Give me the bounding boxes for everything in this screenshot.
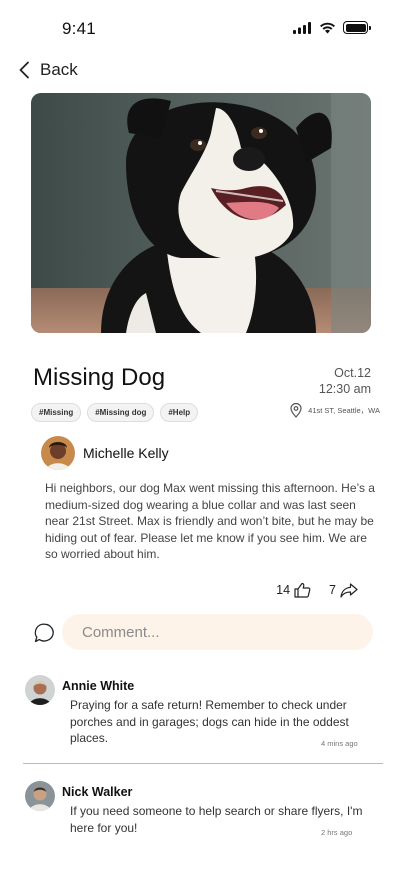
share-arrow-icon (340, 582, 358, 598)
avatar[interactable] (25, 781, 55, 811)
share-count: 7 (329, 583, 336, 597)
avatar[interactable] (41, 436, 75, 470)
post-datetime: Oct.12 12:30 am (319, 365, 371, 397)
wifi-icon (320, 22, 335, 33)
comment-bubble-icon (34, 623, 54, 643)
tag[interactable]: #Help (160, 403, 199, 422)
post-title: Missing Dog (33, 364, 166, 391)
post-location[interactable]: 41st ST, Seattle，WA (290, 403, 380, 418)
reactions: 14 7 (276, 582, 358, 598)
post-date: Oct.12 (334, 366, 371, 380)
post-time: 12:30 am (318, 382, 371, 396)
thumbs-up-icon (294, 582, 311, 598)
post-body: Hi neighbors, our dog Max went missing t… (45, 481, 375, 561)
share-button[interactable]: 7 (329, 582, 358, 598)
location-text: 41st ST, Seattle，WA (308, 406, 380, 415)
commenter-name[interactable]: Nick Walker (62, 785, 132, 799)
tag-list: #Missing #Missing dog #Help (31, 403, 199, 422)
like-count: 14 (276, 583, 291, 597)
author-name[interactable]: Michelle Kelly (83, 445, 169, 461)
comment-input[interactable] (62, 614, 373, 650)
post-author[interactable]: Michelle Kelly (41, 436, 169, 470)
comment-time: 4 mins ago (321, 739, 358, 748)
status-bar: 9:41 (0, 0, 402, 54)
back-button[interactable]: Back (18, 58, 78, 82)
battery-icon (343, 21, 371, 34)
location-pin-icon (290, 403, 302, 418)
status-time: 9:41 (62, 19, 96, 38)
post-image (31, 93, 371, 333)
like-button[interactable]: 14 (276, 582, 311, 598)
comment-time: 2 hrs ago (321, 828, 353, 837)
divider (23, 763, 383, 764)
back-label: Back (40, 60, 78, 79)
tag[interactable]: #Missing (31, 403, 82, 422)
commenter-name[interactable]: Annie White (62, 679, 134, 693)
status-icons (293, 21, 371, 34)
avatar[interactable] (25, 675, 55, 705)
signal-icon (293, 21, 311, 34)
chevron-left-icon (19, 61, 29, 79)
tag[interactable]: #Missing dog (87, 403, 155, 422)
